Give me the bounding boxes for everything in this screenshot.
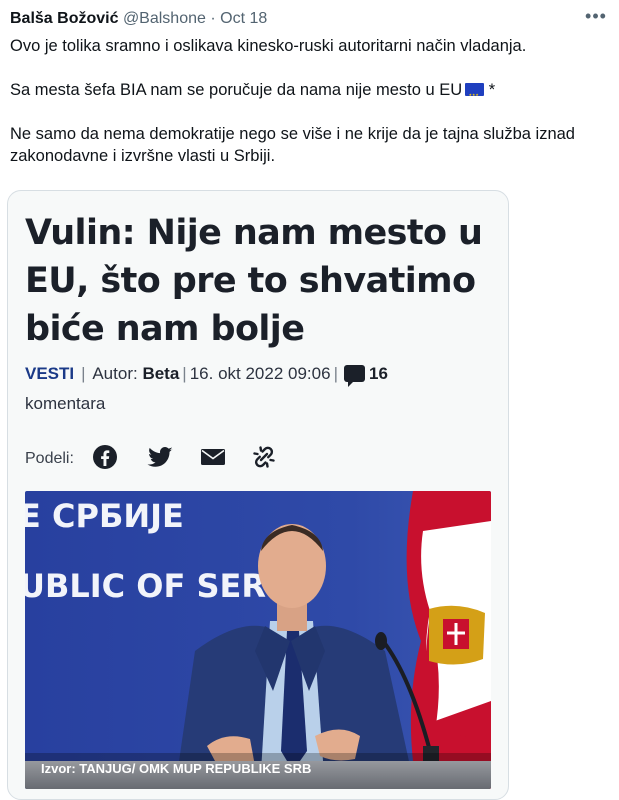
- more-options-icon[interactable]: •••: [583, 7, 609, 29]
- email-icon: [198, 442, 228, 472]
- article-photo: Е СРБИЈЕ UBLIC OF SERB Izvor: TANJUG/ OM…: [25, 491, 491, 789]
- tweet-paragraph: Sa mesta šefa BIA nam se poručuje da nam…: [10, 79, 605, 107]
- comment-icon: [343, 365, 365, 387]
- meta-divider: |: [182, 364, 187, 383]
- share-label: Podeli:: [25, 450, 74, 467]
- tweet-paragraph-suffix: *: [488, 81, 496, 99]
- facebook-icon: [90, 442, 120, 472]
- article-meta: VESTI | Autor: Beta | 16. okt 2022 09:06 | 16…: [25, 359, 495, 419]
- comments-label: komentara: [25, 394, 106, 413]
- backdrop-banner-cyrillic: Е СРБИЈЕ: [25, 497, 184, 535]
- twitter-icon: [145, 442, 175, 472]
- photo-caption: Izvor: TANJUG/ OMK MUP REPUBLIKE SRB: [41, 761, 311, 776]
- comments-count: 16: [368, 364, 388, 383]
- article-card: Vulin: Nije nam mesto u EU, što pre to s…: [8, 191, 508, 799]
- article-author: Beta: [142, 364, 180, 383]
- author-handle[interactable]: @Balshone: [123, 10, 206, 27]
- tweet-paragraph: Ovo je tolika sramno i oslikava kinesko-…: [10, 37, 527, 55]
- article-datetime: 16. okt 2022 09:06: [189, 364, 331, 383]
- author-label: Autor:: [92, 364, 138, 383]
- article-headline: Vulin: Nije nam mesto u EU, što pre to s…: [25, 213, 483, 349]
- author-name[interactable]: Balša Božović: [10, 10, 118, 27]
- eu-flag-icon: [465, 83, 485, 107]
- tweet-date[interactable]: Oct 18: [220, 10, 267, 27]
- embedded-article-image[interactable]: Vulin: Nije nam mesto u EU, što pre to s…: [7, 190, 509, 800]
- tweet-paragraph: Ne samo da nema demokratije nego se više…: [10, 125, 575, 165]
- tweet-paragraph-text: Sa mesta šefa BIA nam se poručuje da nam…: [10, 81, 463, 99]
- meta-divider: |: [81, 364, 86, 383]
- tweet-body: Ovo je tolika sramno i oslikava kinesko-…: [10, 35, 605, 167]
- dot-separator: ·: [210, 10, 216, 27]
- tweet: Balša Božović @Balshone · Oct 18 ••• Ovo…: [0, 0, 619, 800]
- meta-divider: |: [333, 364, 338, 383]
- backdrop-banner-latin: UBLIC OF SERB: [25, 567, 290, 605]
- tweet-header: Balša Božović @Balshone · Oct 18: [10, 9, 267, 29]
- link-icon: [249, 442, 279, 472]
- category-label: VESTI: [25, 364, 75, 383]
